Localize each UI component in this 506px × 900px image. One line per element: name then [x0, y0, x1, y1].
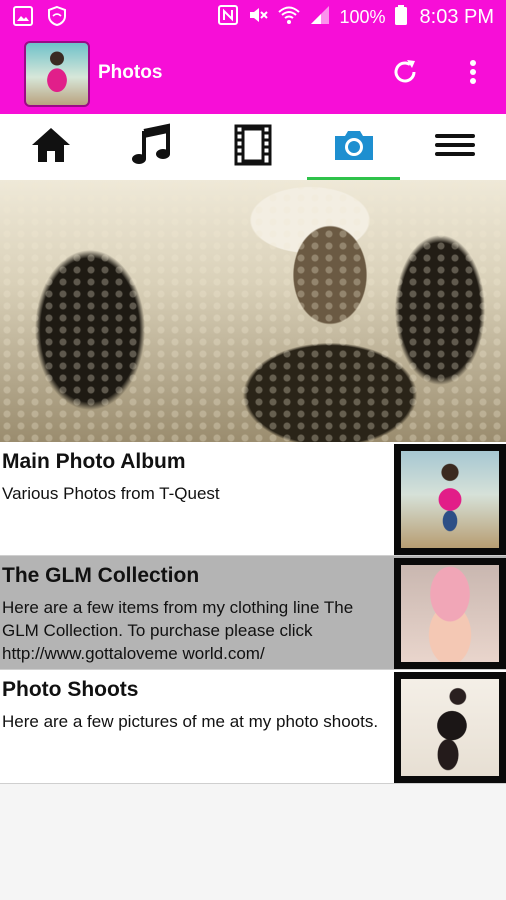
shield-icon: [46, 5, 68, 32]
tab-menu[interactable]: [404, 114, 505, 180]
hero-texture: [0, 180, 506, 442]
album-title: Main Photo Album: [2, 450, 186, 473]
album-title: Photo Shoots: [2, 678, 139, 701]
tab-home[interactable]: [0, 114, 101, 180]
clock: 8:03 PM: [419, 5, 494, 28]
album-thumbnail: [394, 672, 506, 783]
album-list: Main Photo Album Various Photos from T-Q…: [0, 442, 506, 784]
tab-music[interactable]: [101, 114, 202, 180]
nfc-icon: [217, 4, 239, 31]
album-description: Various Photos from T-Quest: [2, 484, 220, 503]
page-title: Photos: [98, 62, 163, 83]
thumbnail-image: [401, 679, 499, 776]
wifi-icon: [277, 4, 301, 31]
camera-icon: [333, 128, 375, 167]
list-item-photo-shoots[interactable]: Photo Shoots Here are a few pictures of …: [0, 670, 506, 784]
album-description: Here are a few pictures of me at my phot…: [2, 712, 379, 731]
tab-bar: [0, 114, 506, 180]
tab-photos[interactable]: [303, 114, 404, 180]
hero-banner-image: [0, 180, 506, 442]
refresh-button[interactable]: [388, 56, 422, 92]
album-thumbnail: [394, 558, 506, 669]
album-description: Here are a few items from my clothing li…: [2, 598, 354, 663]
app-avatar[interactable]: [24, 41, 90, 107]
gallery-icon: [12, 5, 34, 32]
home-icon: [29, 125, 73, 170]
list-item-main-photo-album[interactable]: Main Photo Album Various Photos from T-Q…: [0, 442, 506, 556]
refresh-icon: [390, 57, 420, 92]
status-bar: 100% 8:03 PM: [0, 0, 506, 34]
battery-percent: 100%: [339, 6, 386, 27]
tab-video[interactable]: [202, 114, 303, 180]
overflow-menu-button[interactable]: [460, 56, 486, 92]
film-icon: [233, 124, 273, 171]
menu-icon: [434, 131, 476, 164]
mute-icon: [247, 4, 269, 31]
more-vert-icon: [469, 59, 477, 90]
signal-icon: [309, 4, 331, 31]
album-title: The GLM Collection: [2, 564, 200, 587]
music-note-icon: [130, 123, 174, 172]
thumbnail-image: [401, 565, 499, 662]
battery-icon: [394, 4, 408, 31]
album-thumbnail: [394, 444, 506, 555]
app-bar: Photos: [0, 34, 506, 114]
thumbnail-image: [401, 451, 499, 548]
list-item-glm-collection[interactable]: The GLM Collection Here are a few items …: [0, 556, 506, 670]
